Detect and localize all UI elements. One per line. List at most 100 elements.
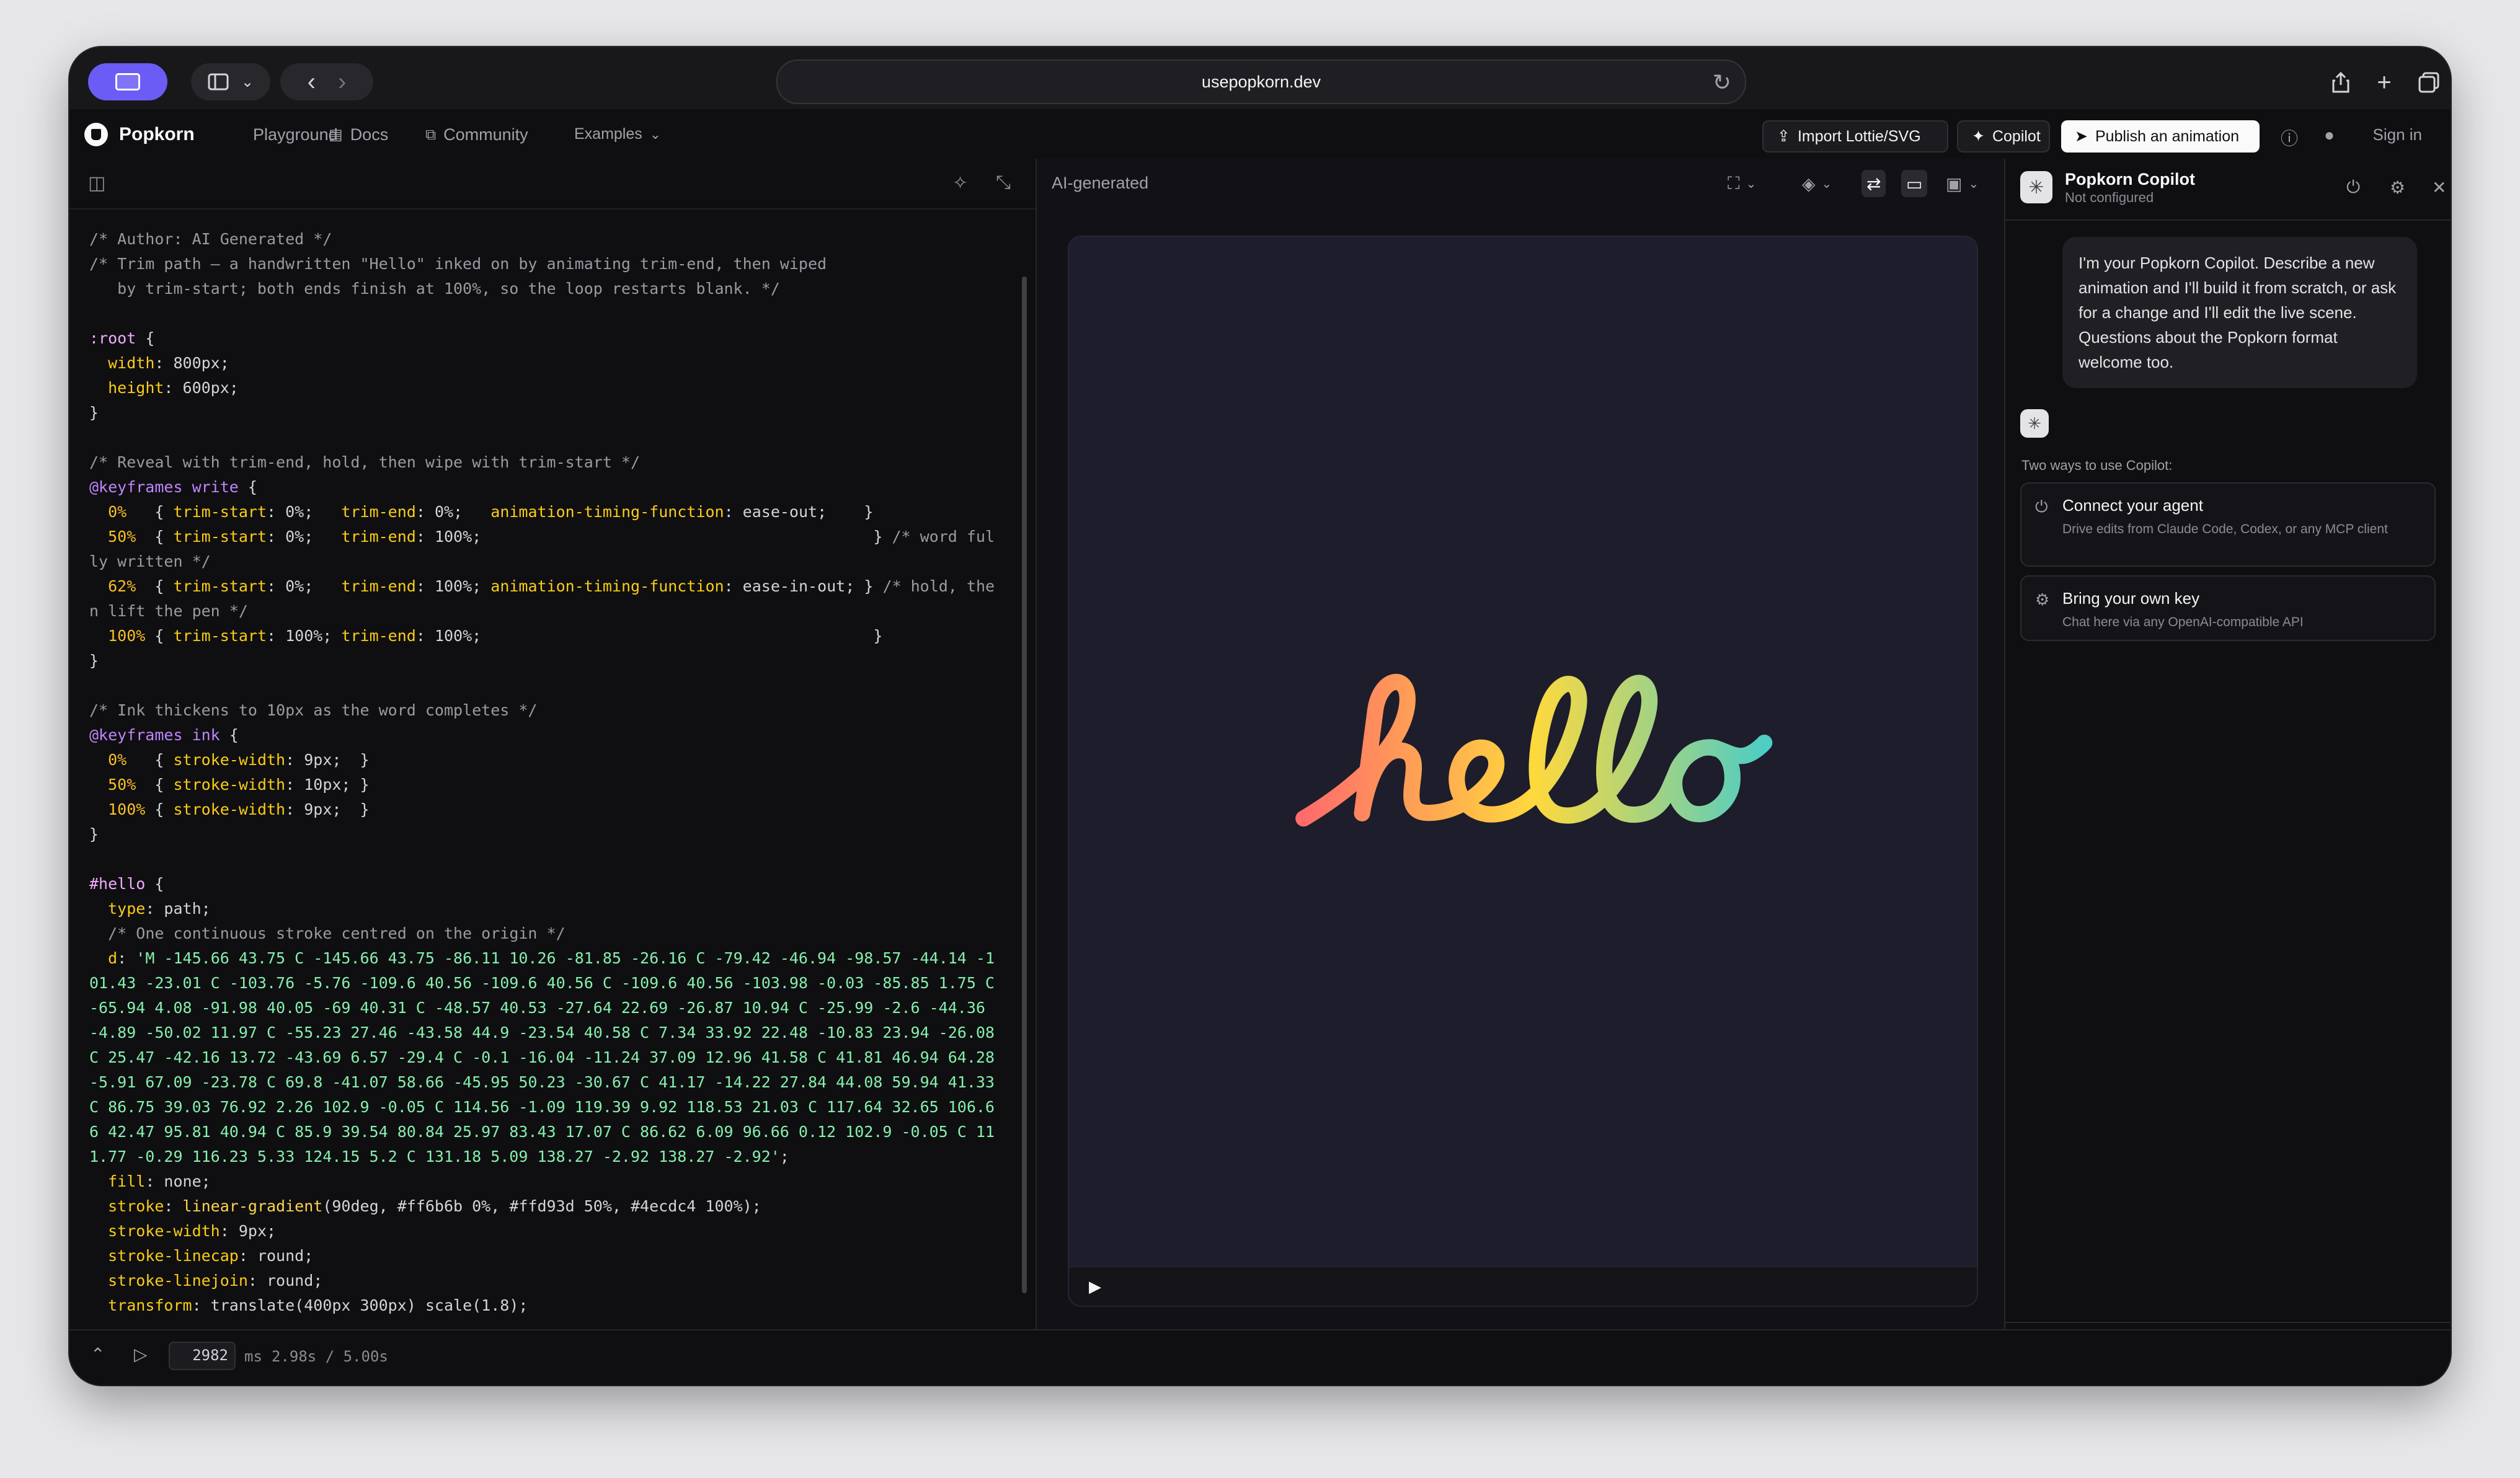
send-icon: ➤ [2075,128,2088,145]
code-line: /* Reveal with trim-end, hold, then wipe… [89,453,641,471]
expand-icon: ⛶ [1728,173,1740,193]
nav-community-label: Community [443,125,528,144]
code-line: d: 'M -145.66 43.75 C -145.66 43.75 -86.… [89,949,995,1166]
code-line: /* Author: AI Generated */ [89,230,332,248]
nav-docs-label: Docs [350,125,389,144]
docs-icon: ▤ [329,126,343,143]
editor-scrollbar[interactable] [1022,277,1027,1293]
chevron-down-icon: ⌄ [649,126,662,142]
code-line: 50% { stroke-width: 10px; } [89,776,370,794]
import-button[interactable]: ⇪ Import Lottie/SVG [1762,120,1948,153]
play-icon[interactable]: ▶ [1089,1277,1101,1296]
chevron-down-icon: ⌄ [1968,177,1979,191]
forward-icon[interactable]: › [338,68,346,96]
sparkle-icon: ✦ [1972,128,1985,145]
code-line: 62% { trim-start: 0%; trim-end: 100%; an… [89,577,995,620]
close-icon[interactable]: ✕ [2432,177,2446,198]
brand-name[interactable]: Popkorn [119,124,195,145]
frame-dropdown[interactable]: ▣ ⌄ [1941,170,1984,197]
sidebar-toggle-button[interactable]: ⌄ [191,63,270,100]
play-icon[interactable]: ▷ [134,1344,148,1365]
gear-icon: ⚙ [2035,590,2050,609]
settings-icon[interactable]: ⚙ [2390,177,2405,198]
divider [2005,219,2451,221]
code-line: width: 800px; [89,354,229,372]
code-line: transform: translate(400px 300px) scale(… [89,1296,528,1314]
loop-toggle[interactable]: ⇄ [1861,170,1886,197]
panel-toggle-icon[interactable]: ◫ [88,172,105,194]
popkorn-logo[interactable] [84,123,108,146]
publish-label: Publish an animation [2095,127,2240,145]
option-title: Connect your agent [2062,496,2203,515]
publish-button[interactable]: ➤ Publish an animation [2061,120,2260,153]
address-bar[interactable]: usepopkorn.dev ↻ [776,60,1746,104]
collapse-icon[interactable]: ⤡ [996,172,1011,193]
upload-icon: ⇪ [1777,128,1790,145]
sign-in-link[interactable]: Sign in [2373,125,2423,144]
sidebar-icon [208,73,229,91]
loop-icon: ⇄ [1866,174,1881,193]
tab-group-button[interactable] [88,63,167,100]
time-readout: 2.98s / 5.00s [272,1348,388,1365]
code-line: 0% { trim-start: 0%; trim-end: 0%; anima… [89,503,874,521]
fit-dropdown[interactable]: ⛶ ⌄ [1723,170,1761,197]
nav-docs[interactable]: ▤ Docs [329,125,388,144]
code-line: stroke-linecap: round; [89,1247,314,1265]
option-subtitle: Chat here via any OpenAI-compatible API [2062,615,2304,629]
code-line: fill: none; [89,1172,211,1190]
chevron-down-icon: ⌄ [1821,177,1832,191]
code-line: :root { [89,329,155,347]
code-line: #hello { [89,875,164,893]
code-content[interactable]: /* Author: AI Generated */ /* Trim path —… [89,227,1001,1324]
help-icon[interactable]: ⓘ [2281,125,2298,150]
timeline-bar: ⌃ ▷ 2982 ms 2.98s / 5.00s [69,1329,2451,1385]
back-icon[interactable]: ‹ [308,68,316,96]
copilot-message: I'm your Popkorn Copilot. Describe a new… [2062,237,2417,388]
connect-agent-option[interactable]: ⏻ Connect your agent Drive edits from Cl… [2020,482,2436,567]
own-key-option[interactable]: ⚙ Bring your own key Chat here via any O… [2020,575,2436,641]
code-editor-pane: ◫ ✧ ⤡ /* Author: AI Generated */ /* Trim … [69,159,1037,1329]
plug-icon[interactable]: ⏻ [2346,177,2360,198]
import-label: Import Lottie/SVG [1797,127,1921,145]
nav-playground[interactable]: Playground [253,125,338,144]
new-tab-icon[interactable]: + [2367,66,2401,99]
option-subtitle: Drive edits from Claude Code, Codex, or … [2062,522,2388,536]
divider [2005,1322,2451,1323]
canvas-player-bar: ▶ [1069,1266,1977,1306]
copilot-panel: ✳ Popkorn Copilot Not configured ⏻ ⚙ ✕ I… [2005,159,2451,1376]
copilot-title: Popkorn Copilot [2065,170,2195,188]
nav-playground-label: Playground [253,125,338,144]
app-header: Popkorn Playground ▤ Docs ⧉ Community Exam… [69,109,2451,160]
community-icon: ⧉ [425,126,437,143]
tab-group-icon [115,73,140,91]
plug-icon: ⏻ [2035,497,2048,516]
layout-toggle[interactable]: ▭ [1901,170,1928,197]
preview-pane: AI-generated ⛶ ⌄ ◈ ⌄ ⇄ ▭ ▣ ⌄ ▶ [1037,159,2057,1329]
code-line: type: path; [89,900,211,918]
nav-community[interactable]: ⧉ Community [425,125,528,144]
code-line: 50% { trim-start: 0%; trim-end: 100%; } … [89,528,995,570]
time-ms-input[interactable]: 2982 [169,1342,236,1370]
browser-toolbar: ⌄ ‹ › usepopkorn.dev ↻ + [69,47,2451,109]
animation-canvas: ▶ [1068,236,1978,1307]
code-line: stroke-linejoin: round; [89,1272,323,1290]
ms-unit-label: ms [244,1348,262,1365]
nav-examples[interactable]: Examples ⌄ [574,125,661,143]
history-nav: ‹ › [280,63,373,100]
layers-icon: ◈ [1802,174,1816,193]
reload-icon[interactable]: ↻ [1713,69,1731,95]
url-text: usepopkorn.dev [1201,72,1321,91]
code-line: height: 600px; [89,379,239,397]
copilot-button[interactable]: ✦ Copilot [1957,120,2050,153]
format-icon[interactable]: ✧ [952,172,968,194]
github-icon[interactable]: ● [2324,125,2335,145]
layers-dropdown[interactable]: ◈ ⌄ [1797,170,1837,197]
tab-overview-icon[interactable] [2412,66,2446,99]
copilot-status: Not configured [2065,190,2154,205]
chevron-up-icon[interactable]: ⌃ [91,1344,105,1365]
chevron-down-icon: ⌄ [1746,177,1757,191]
browser-window: ⌄ ‹ › usepopkorn.dev ↻ + Popkorn Playgro… [69,47,2451,1385]
share-icon[interactable] [2324,66,2358,99]
